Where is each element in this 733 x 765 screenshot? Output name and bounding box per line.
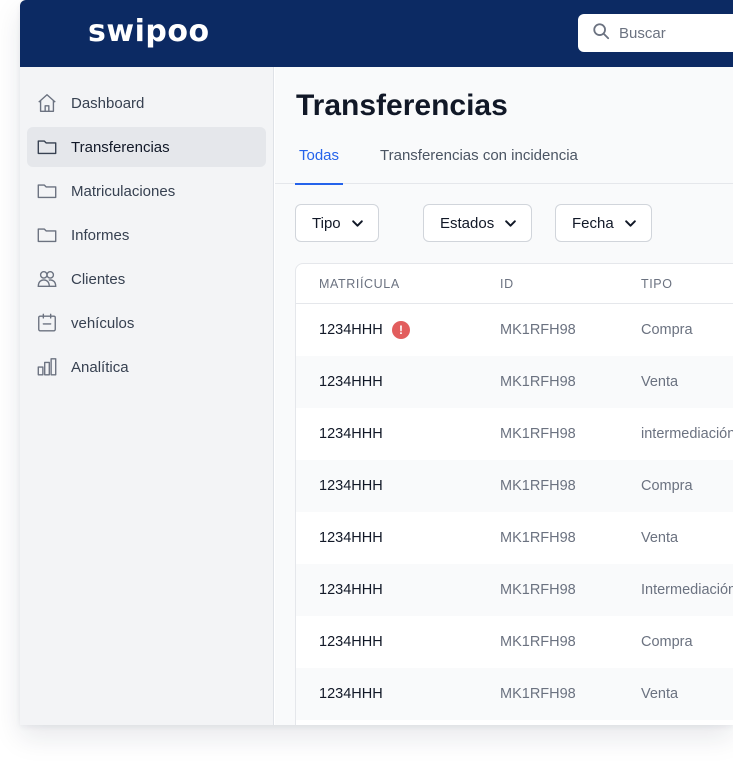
filter-fecha-button[interactable]: Fecha <box>555 204 652 242</box>
sidebar-item-label: Analítica <box>71 358 129 376</box>
sidebar-item-informes[interactable]: Informes <box>27 215 266 255</box>
cell-matricula: 1234HHH <box>319 582 383 598</box>
sidebar-item-label: Dashboard <box>71 94 145 112</box>
table-row[interactable]: 1234HHH ! MK1RFH98 Compra <box>296 304 733 356</box>
tab-transferencias-con-incidencia[interactable]: Transferencias con incidencia <box>380 139 578 184</box>
logo[interactable]: swipoo <box>88 14 210 50</box>
cell-id: MK1RFH98 <box>500 634 576 650</box>
top-bar: swipoo <box>20 0 733 67</box>
table-header: MATRIÍCULA ID TIPO <box>296 264 733 304</box>
column-header-matricula[interactable]: MATRIÍCULA <box>319 264 400 304</box>
filter-label: Tipo <box>312 214 341 232</box>
calendar-icon <box>36 312 58 334</box>
table-row[interactable]: 1234HHH MK1RFH98 Venta <box>296 512 733 564</box>
search-input[interactable] <box>619 24 733 42</box>
page-title: Transferencias <box>296 89 508 122</box>
bar-chart-icon <box>36 356 58 378</box>
filter-label: Fecha <box>572 214 614 232</box>
sidebar-item-vehiculos[interactable]: vehículos <box>27 303 266 343</box>
sidebar-item-dashboard[interactable]: Dashboard <box>27 83 266 123</box>
cell-matricula: 1234HHH <box>319 374 383 390</box>
alert-icon[interactable]: ! <box>392 321 410 339</box>
sidebar-item-clientes[interactable]: Clientes <box>27 259 266 299</box>
table-row[interactable]: 1234HHH MK1RFH98 Compra <box>296 616 733 668</box>
folder-icon <box>36 136 58 158</box>
cell-matricula: 1234HHH <box>319 634 383 650</box>
cell-id: MK1RFH98 <box>500 582 576 598</box>
cell-tipo: Compra <box>641 478 693 494</box>
transfers-table: MATRIÍCULA ID TIPO 1234HHH ! MK1RFH98 Co… <box>295 263 733 725</box>
cell-matricula: 1234HHH <box>319 478 383 494</box>
cell-matricula: 1234HHH <box>319 530 383 546</box>
chevron-down-icon <box>351 219 363 227</box>
cell-id: MK1RFH98 <box>500 530 576 546</box>
cell-tipo: Venta <box>641 530 679 546</box>
cell-id: MK1RFH98 <box>500 322 576 338</box>
cell-tipo: Compra <box>641 634 693 650</box>
folder-icon <box>36 224 58 246</box>
column-header-tipo[interactable]: TIPO <box>641 264 673 304</box>
cell-tipo: Compra <box>641 322 693 338</box>
sidebar-item-label: Transferencias <box>71 138 170 156</box>
table-row[interactable]: 1234HHH MK1RFH98 intermediación <box>296 408 733 460</box>
column-header-id[interactable]: ID <box>500 264 514 304</box>
filter-estados-button[interactable]: Estados <box>423 204 533 242</box>
app-window: swipoo Dashboard <box>20 0 733 725</box>
filter-label: Estados <box>440 214 495 232</box>
cell-id: MK1RFH98 <box>500 686 576 702</box>
sidebar-item-label: Clientes <box>71 270 126 288</box>
cell-id: MK1RFH98 <box>500 478 576 494</box>
cell-tipo: Venta <box>641 686 679 702</box>
sidebar-item-label: Matriculaciones <box>71 182 176 200</box>
search-box[interactable] <box>578 14 733 52</box>
sidebar-item-transferencias[interactable]: Transferencias <box>27 127 266 167</box>
table-row[interactable]: 1234HHH MK1RFH98 Compra <box>296 460 733 512</box>
cell-tipo: Venta <box>641 374 679 390</box>
table-row[interactable]: 1234HHH MK1RFH98 Venta <box>296 356 733 408</box>
filter-tipo-button[interactable]: Tipo <box>295 204 379 242</box>
sidebar-item-label: vehículos <box>71 314 135 332</box>
tab-bar: Todas Transferencias con incidencia <box>275 139 733 185</box>
sidebar-item-analitica[interactable]: Analítica <box>27 347 266 387</box>
users-icon <box>36 268 58 290</box>
cell-id: MK1RFH98 <box>500 426 576 442</box>
cell-tipo: intermediación <box>641 426 733 442</box>
chevron-down-icon <box>624 219 636 227</box>
table-row[interactable]: 1234HHH MK1RFH98 Intermediación <box>296 564 733 616</box>
chevron-down-icon <box>505 219 517 227</box>
cell-matricula: 1234HHH <box>319 686 383 702</box>
cell-tipo: Intermediación <box>641 582 733 598</box>
tab-todas[interactable]: Todas <box>294 139 344 185</box>
main-content: Transferencias Todas Transferencias con … <box>275 67 733 725</box>
sidebar-item-label: Informes <box>71 226 130 244</box>
cell-matricula: 1234HHH <box>319 426 383 442</box>
home-icon <box>36 92 58 114</box>
sidebar: Dashboard Transferencias Matriculaciones <box>20 67 274 725</box>
sidebar-item-matriculaciones[interactable]: Matriculaciones <box>27 171 266 211</box>
cell-id: MK1RFH98 <box>500 374 576 390</box>
table-row[interactable]: 1234HHH MK1RFH98 Venta <box>296 668 733 720</box>
search-icon <box>592 22 610 45</box>
folder-icon <box>36 180 58 202</box>
cell-matricula: 1234HHH <box>319 322 383 338</box>
